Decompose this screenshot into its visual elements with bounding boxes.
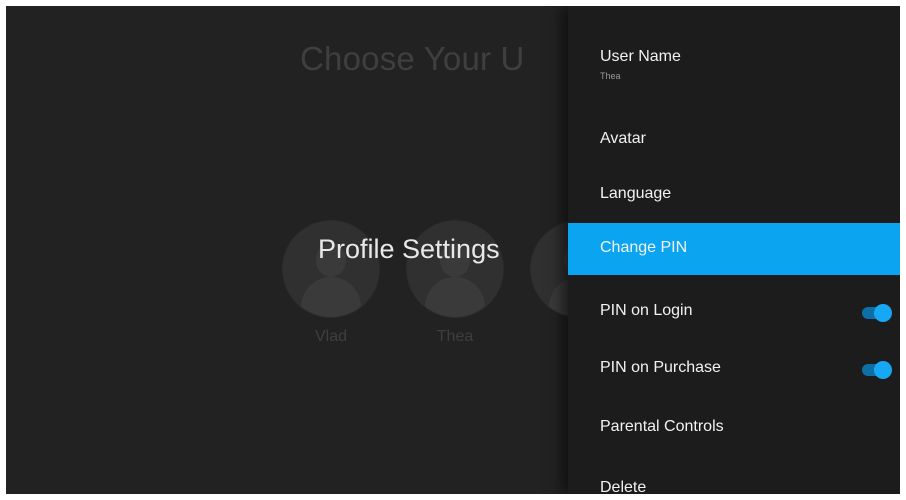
profile-settings-title: Profile Settings bbox=[318, 234, 500, 264]
pin-on-login-toggle[interactable] bbox=[862, 304, 892, 322]
menu-item-label: Language bbox=[600, 185, 672, 202]
menu-item-change-pin[interactable]: Change PIN bbox=[568, 223, 900, 275]
menu-item-label: PIN on Login bbox=[600, 302, 693, 319]
menu-item-label: Parental Controls bbox=[600, 418, 724, 435]
menu-item-delete[interactable]: Delete bbox=[568, 463, 900, 494]
profile-name: Vlad bbox=[314, 328, 348, 345]
profile-screen: Choose Your U Vlad Thea Ad Profile Setti… bbox=[6, 6, 900, 494]
menu-item-label: Delete bbox=[600, 479, 647, 494]
settings-panel: User Name Thea Avatar Language Change PI… bbox=[568, 6, 900, 494]
menu-item-label: User Name bbox=[600, 48, 681, 65]
menu-item-label: Avatar bbox=[600, 130, 646, 147]
menu-item-parental-controls[interactable]: Parental Controls bbox=[568, 402, 900, 454]
profile-name: Thea bbox=[436, 328, 474, 345]
user-name-value: Thea bbox=[600, 71, 621, 81]
pin-on-purchase-toggle[interactable] bbox=[862, 361, 892, 379]
menu-item-pin-on-login[interactable]: PIN on Login bbox=[568, 286, 900, 338]
menu-item-user-name[interactable]: User Name Thea bbox=[568, 40, 900, 92]
menu-item-label: PIN on Purchase bbox=[600, 359, 721, 376]
menu-item-label: Change PIN bbox=[600, 239, 688, 256]
menu-item-avatar[interactable]: Avatar bbox=[568, 114, 900, 166]
choose-user-title: Choose Your U bbox=[300, 40, 525, 77]
menu-item-pin-on-purchase[interactable]: PIN on Purchase bbox=[568, 343, 900, 395]
menu-item-language[interactable]: Language bbox=[568, 169, 900, 221]
